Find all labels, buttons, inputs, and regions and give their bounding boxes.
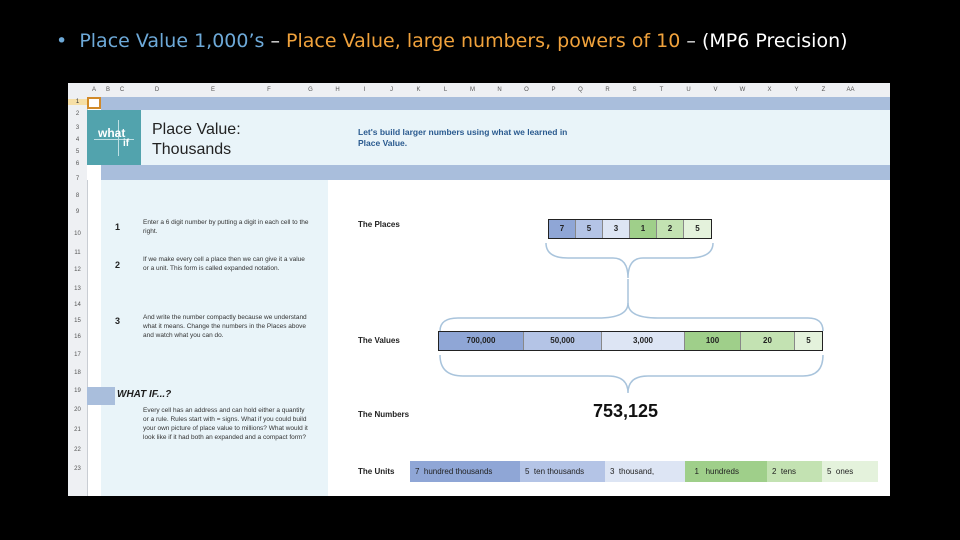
unit-cell-hundreds: 1 hundreds xyxy=(685,461,767,482)
values-brace xyxy=(439,354,824,394)
units-row: 7 hundred thousands 5 ten thousands 3 th… xyxy=(410,461,878,482)
unit-cell-thousands: 3 thousand, xyxy=(605,461,685,482)
value-cell-thousands: 3,000 xyxy=(602,332,685,350)
unit-name: ones xyxy=(835,467,854,476)
places-brace xyxy=(545,242,714,279)
title-dash: – xyxy=(270,30,280,52)
unit-name: ten thousands xyxy=(533,467,585,476)
unit-count: 7 xyxy=(415,467,420,476)
title-practice: (MP6 Precision) xyxy=(701,30,848,52)
unit-count: 1 xyxy=(694,467,699,476)
value-cell-tens: 20 xyxy=(741,332,795,350)
slide-title: • Place Value 1,000’s – Place Value, lar… xyxy=(56,30,848,52)
values-link xyxy=(439,279,629,332)
unit-count: 5 xyxy=(525,467,530,476)
title-dash: – xyxy=(686,30,696,52)
value-cell-ten-thousands: 50,000 xyxy=(524,332,602,350)
spreadsheet: A B C D E F G H I J K L M N O P Q R S T U V W X Y Z AA 1 2 3 4 5 6 7 8 9 10… xyxy=(68,83,890,496)
unit-name: tens xyxy=(780,467,797,476)
title-topic: Place Value, large numbers, powers of 10 xyxy=(286,30,681,52)
values-link xyxy=(627,302,824,332)
unit-cell-ones: 5 ones xyxy=(822,461,878,482)
title-main: Place Value 1,000’s xyxy=(79,30,265,52)
unit-cell-tens: 2 tens xyxy=(767,461,822,482)
value-cell-hundred-thousands: 700,000 xyxy=(439,332,524,350)
value-cell-ones: 5 xyxy=(795,332,822,350)
unit-count: 3 xyxy=(610,467,615,476)
compact-number: 753,125 xyxy=(593,401,659,421)
unit-name: hundred thousands xyxy=(423,467,493,476)
title-bullet: • xyxy=(56,30,68,52)
unit-cell-hundred-thousands: 7 hundred thousands xyxy=(410,461,520,482)
braces xyxy=(439,242,824,394)
unit-cell-ten-thousands: 5 ten thousands xyxy=(520,461,605,482)
unit-count: 5 xyxy=(827,467,832,476)
value-cell-hundreds: 100 xyxy=(685,332,741,350)
values-row: 700,000 50,000 3,000 100 20 5 xyxy=(438,331,823,351)
unit-name: thousand, xyxy=(618,467,655,476)
unit-count: 2 xyxy=(772,467,777,476)
unit-name: hundreds xyxy=(705,467,739,476)
